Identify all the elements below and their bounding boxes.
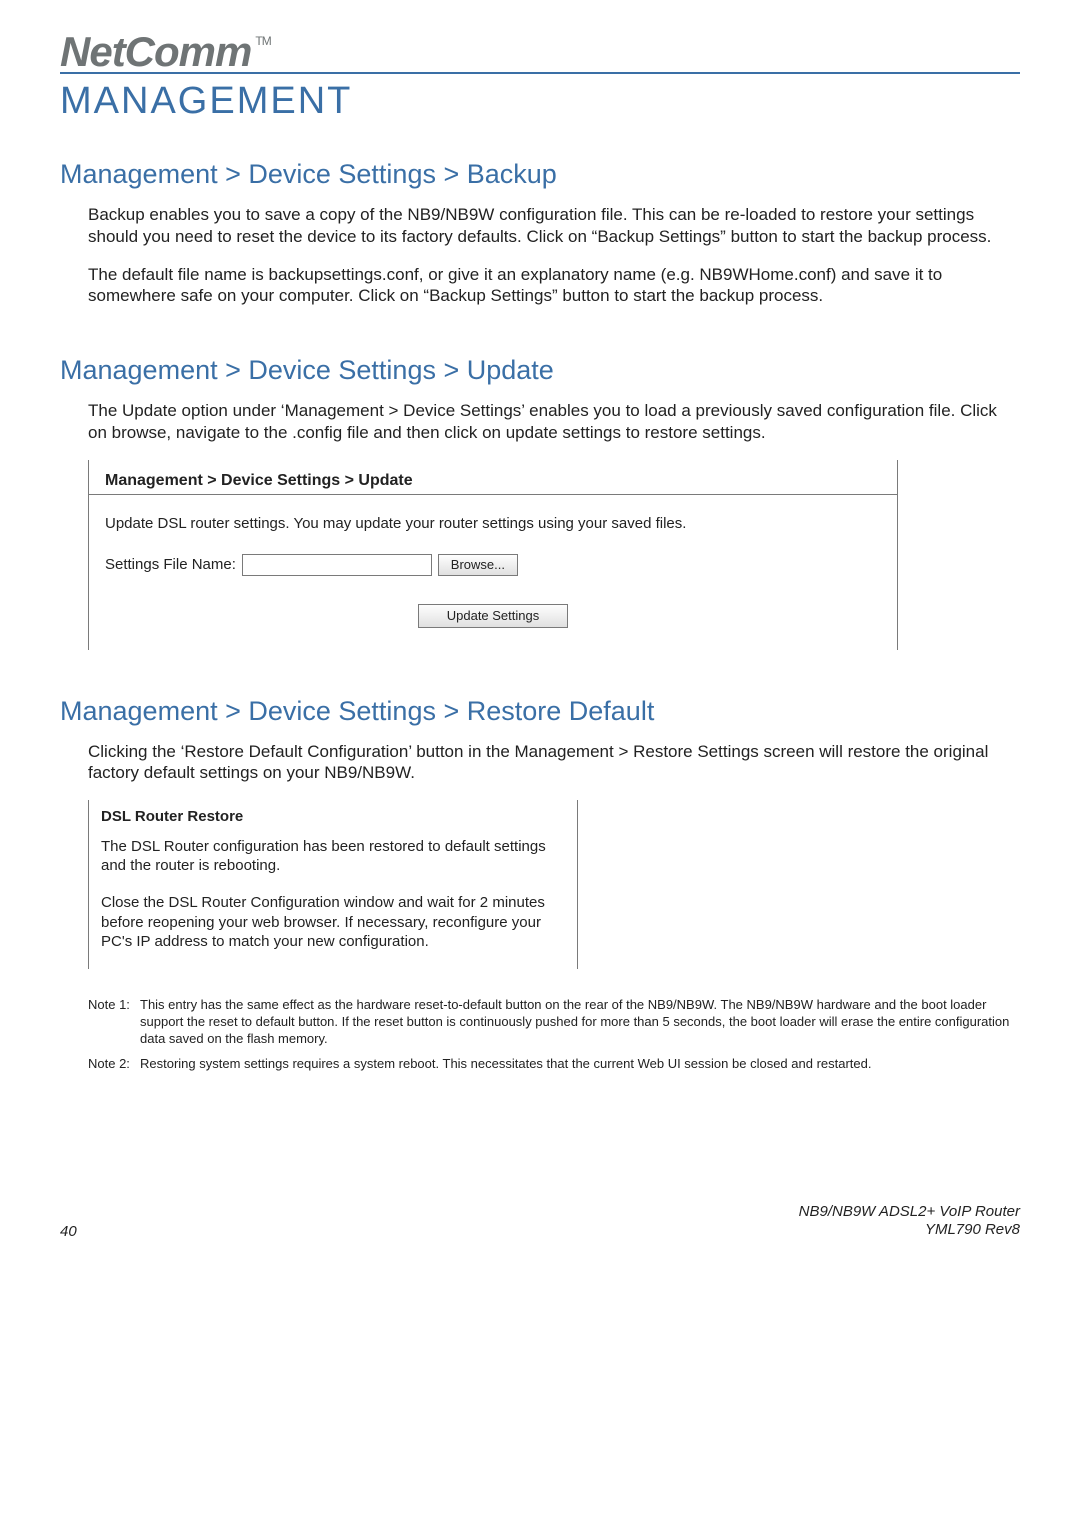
brand-name: NetComm [60, 28, 251, 76]
section-heading-backup: Management > Device Settings > Backup [60, 159, 1020, 190]
update-ss-breadcrumb: Management > Device Settings > Update [89, 460, 897, 495]
footer-product-line-1: NB9/NB9W ADSL2+ VoIP Router [799, 1203, 1020, 1222]
browse-button[interactable]: Browse... [438, 554, 518, 576]
restore-ss-p1: The DSL Router configuration has been re… [101, 837, 565, 875]
settings-file-label: Settings File Name: [105, 556, 236, 573]
restore-screenshot: DSL Router Restore The DSL Router config… [88, 800, 578, 969]
restore-ss-title: DSL Router Restore [89, 800, 577, 827]
note-1-text: This entry has the same effect as the ha… [140, 997, 1020, 1048]
backup-paragraph-2: The default file name is backupsettings.… [60, 264, 1020, 308]
update-ss-description: Update DSL router settings. You may upda… [105, 515, 881, 532]
section-heading-restore: Management > Device Settings > Restore D… [60, 696, 1020, 727]
settings-file-input[interactable] [242, 554, 432, 576]
backup-paragraph-1: Backup enables you to save a copy of the… [60, 204, 1020, 248]
note-2-label: Note 2: [88, 1056, 140, 1073]
page-footer: 40 NB9/NB9W ADSL2+ VoIP Router YML790 Re… [60, 1203, 1020, 1241]
update-paragraph-1: The Update option under ‘Management > De… [60, 400, 1020, 444]
restore-paragraph-1: Clicking the ‘Restore Default Configurat… [60, 741, 1020, 785]
page-number: 40 [60, 1223, 77, 1240]
update-settings-button[interactable]: Update Settings [418, 604, 568, 628]
note-2-text: Restoring system settings requires a sys… [140, 1056, 1020, 1073]
trademark: TM [255, 34, 270, 48]
notes-block: Note 1: This entry has the same effect a… [60, 997, 1020, 1073]
update-screenshot: Management > Device Settings > Update Up… [88, 460, 898, 650]
brand-logo: NetComm TM [60, 28, 1020, 76]
footer-product-line-2: YML790 Rev8 [799, 1221, 1020, 1240]
note-1-label: Note 1: [88, 997, 140, 1048]
section-heading-update: Management > Device Settings > Update [60, 355, 1020, 386]
restore-ss-p2: Close the DSL Router Configuration windo… [101, 893, 565, 951]
page-title: MANAGEMENT [60, 80, 1020, 123]
